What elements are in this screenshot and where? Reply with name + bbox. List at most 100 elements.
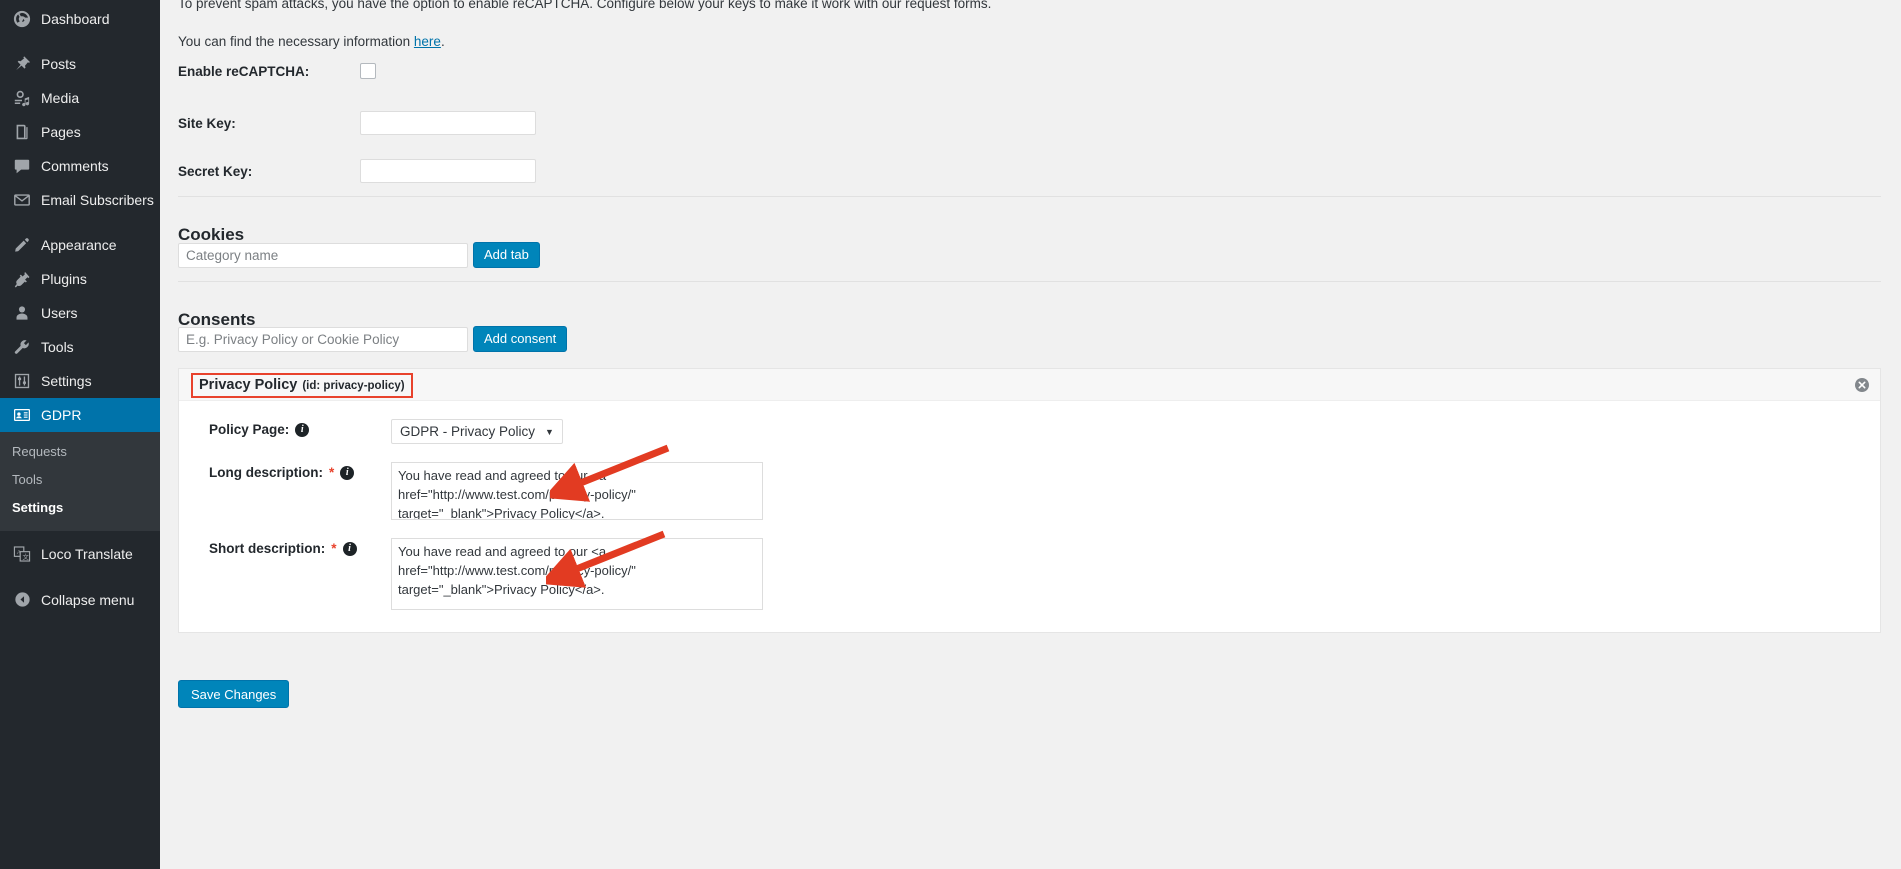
brush-icon: [12, 235, 32, 255]
policy-page-label: Policy Page: i: [209, 419, 391, 437]
info-text-suffix: .: [440, 33, 445, 49]
short-description-textarea[interactable]: You have read and agreed to our <a href=…: [391, 538, 763, 610]
site-key-input[interactable]: [360, 111, 536, 135]
sidebar-item-pages[interactable]: Pages: [0, 115, 160, 149]
envelope-icon: [12, 190, 32, 210]
submenu-item-settings[interactable]: Settings: [0, 494, 160, 522]
pages-icon: [12, 122, 32, 142]
sidebar-item-posts[interactable]: Posts: [0, 47, 160, 81]
sidebar-item-settings[interactable]: Settings: [0, 364, 160, 398]
info-text-prefix: You can find the necessary information: [178, 33, 414, 49]
secret-key-row: Secret Key:: [178, 159, 536, 183]
short-description-row: Short description: * i You have read and …: [179, 538, 1880, 610]
divider-consents: [178, 281, 1881, 282]
id-card-icon: [12, 405, 32, 425]
long-description-textarea[interactable]: You have read and agreed to our <a href=…: [391, 462, 763, 520]
consents-add-row: Add consent: [178, 326, 568, 352]
sidebar-item-label: Tools: [41, 339, 74, 355]
cookie-category-input[interactable]: [178, 242, 468, 268]
pin-icon: [12, 54, 32, 74]
short-description-label: Short description: * i: [209, 538, 391, 556]
policy-page-row: Policy Page: i GDPR - Privacy Policy ▼: [179, 419, 1880, 444]
sidebar-item-label: Plugins: [41, 271, 87, 287]
sidebar-item-label: Posts: [41, 56, 77, 72]
sidebar-item-comments[interactable]: Comments: [0, 149, 160, 183]
info-icon[interactable]: i: [295, 422, 310, 437]
collapse-menu-button[interactable]: Collapse menu: [0, 583, 160, 617]
consent-panel-header: Privacy Policy (id: privacy-policy): [179, 369, 1880, 401]
consent-panel-title: Privacy Policy: [199, 377, 298, 393]
consent-panel-privacy-policy: Privacy Policy (id: privacy-policy) Poli…: [178, 368, 1881, 633]
sliders-icon: [12, 371, 32, 391]
sidebar-item-label: Appearance: [41, 237, 117, 253]
sidebar-item-label: Settings: [41, 373, 92, 389]
policy-page-label-text: Policy Page:: [209, 422, 290, 437]
sidebar-item-users[interactable]: Users: [0, 296, 160, 330]
divider-cookies: [178, 196, 1881, 197]
gdpr-submenu: Requests Tools Settings: [0, 432, 160, 531]
consent-panel-id: (id: privacy-policy): [302, 380, 405, 392]
main-content: To prevent spam attacks, you have the op…: [160, 0, 1901, 869]
site-key-row: Site Key:: [178, 111, 536, 135]
info-icon[interactable]: i: [340, 465, 355, 480]
media-icon: [12, 88, 32, 108]
consent-panel-title-highlight: Privacy Policy (id: privacy-policy): [191, 373, 413, 398]
site-key-label: Site Key:: [178, 115, 236, 131]
sidebar-item-label: Collapse menu: [41, 591, 135, 608]
policy-page-select[interactable]: GDPR - Privacy Policy ▼: [391, 419, 563, 444]
enable-recaptcha-checkbox[interactable]: [360, 63, 376, 79]
long-description-row: Long description: * i You have read and a…: [179, 462, 1880, 520]
save-changes-row: Save Changes: [178, 680, 290, 708]
long-description-label: Long description: * i: [209, 462, 391, 480]
here-link[interactable]: here: [414, 34, 441, 49]
long-description-label-text: Long description:: [209, 465, 323, 480]
submenu-item-requests[interactable]: Requests: [0, 438, 160, 466]
secret-key-label: Secret Key:: [178, 163, 253, 179]
sidebar-item-label: Users: [41, 305, 78, 321]
intro-text: To prevent spam attacks, you have the op…: [178, 0, 992, 11]
wrench-icon: [12, 337, 32, 357]
dashboard-icon: [12, 9, 32, 29]
required-asterisk: *: [329, 465, 335, 480]
sidebar-item-label: Loco Translate: [41, 545, 133, 562]
wordpress-admin-screen: Dashboard Posts Media Pages Comments Ema…: [0, 0, 1901, 869]
admin-sidebar: Dashboard Posts Media Pages Comments Ema…: [0, 0, 168, 869]
consent-name-input[interactable]: [178, 326, 468, 352]
sidebar-item-loco-translate[interactable]: A文 Loco Translate: [0, 537, 160, 571]
collapse-arrow-icon: [12, 590, 32, 610]
chevron-down-icon: ▼: [545, 426, 554, 437]
sidebar-item-label: Pages: [41, 124, 81, 140]
sidebar-item-appearance[interactable]: Appearance: [0, 228, 160, 262]
secret-key-input[interactable]: [360, 159, 536, 183]
enable-recaptcha-label: Enable reCAPTCHA:: [178, 63, 310, 79]
sidebar-item-email-subscribers[interactable]: Email Subscribers: [0, 183, 160, 217]
policy-page-selected-value: GDPR - Privacy Policy: [400, 424, 536, 439]
comments-icon: [12, 156, 32, 176]
sidebar-item-label: Email Subscribers: [41, 192, 154, 208]
close-circle-icon[interactable]: [1854, 377, 1870, 393]
sidebar-item-label: Dashboard: [41, 11, 110, 27]
info-text: You can find the necessary information h…: [178, 34, 445, 49]
consent-panel-body: Policy Page: i GDPR - Privacy Policy ▼ L…: [179, 401, 1880, 632]
info-icon[interactable]: i: [342, 541, 357, 556]
sidebar-item-plugins[interactable]: Plugins: [0, 262, 160, 296]
user-icon: [12, 303, 32, 323]
sidebar-item-tools[interactable]: Tools: [0, 330, 160, 364]
sidebar-item-dashboard[interactable]: Dashboard: [0, 2, 160, 36]
sidebar-item-gdpr[interactable]: GDPR: [0, 398, 168, 432]
submenu-item-tools[interactable]: Tools: [0, 466, 160, 494]
required-asterisk: *: [331, 541, 337, 556]
cookies-add-row: Add tab: [178, 242, 540, 268]
sidebar-item-media[interactable]: Media: [0, 81, 160, 115]
plug-icon: [12, 269, 32, 289]
add-consent-button[interactable]: Add consent: [473, 326, 568, 352]
save-changes-button[interactable]: Save Changes: [178, 680, 290, 708]
enable-recaptcha-row: Enable reCAPTCHA:: [178, 63, 376, 79]
add-tab-button[interactable]: Add tab: [473, 242, 540, 268]
translate-icon: A文: [12, 544, 32, 564]
short-description-label-text: Short description:: [209, 541, 326, 556]
sidebar-item-label: GDPR: [41, 407, 82, 423]
sidebar-item-label: Comments: [41, 158, 109, 174]
svg-text:文: 文: [23, 552, 30, 561]
sidebar-item-label: Media: [41, 90, 80, 106]
